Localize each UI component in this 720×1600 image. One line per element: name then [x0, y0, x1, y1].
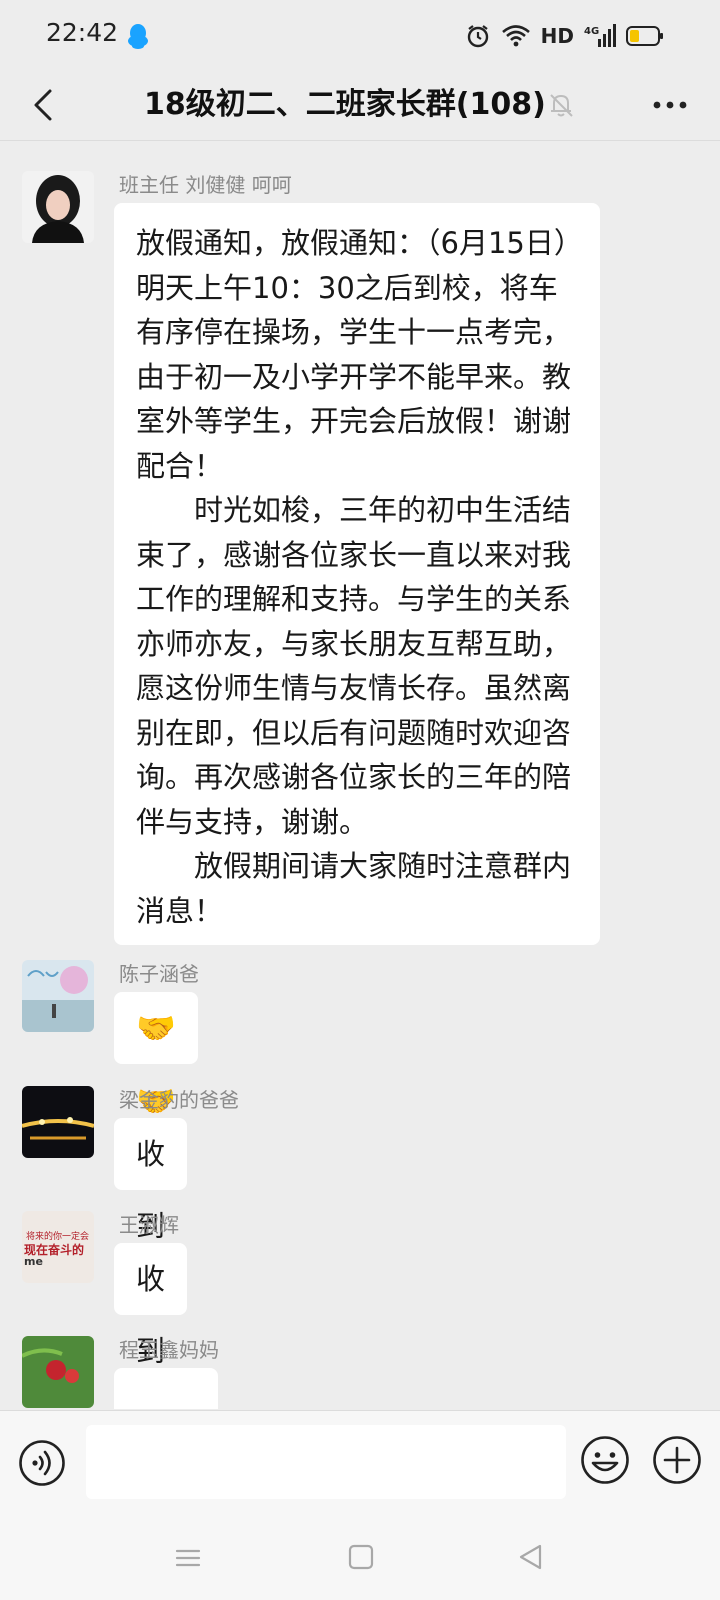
avatar[interactable]	[22, 1336, 94, 1408]
avatar-text: 将来的你一定会	[26, 1230, 89, 1242]
more-dots-icon	[653, 101, 687, 109]
avatar[interactable]: 将来的你一定会 现在奋斗的 me	[22, 1211, 94, 1283]
system-nav-bar	[0, 1526, 720, 1600]
message-bubble[interactable]: 放假通知，放假通知：（6月15日）明天上午10：30之后到校，将车有序停在操场，…	[114, 203, 600, 945]
more-options-button[interactable]	[644, 85, 696, 125]
message-text: 放假期间请大家随时注意群内消息！	[136, 849, 572, 928]
chat-title: 18级初二、二班家长群(108)	[144, 87, 546, 122]
message-bubble[interactable]	[114, 1368, 218, 1409]
status-time: 22:42	[46, 18, 119, 47]
status-icons: HD 4G	[465, 20, 664, 52]
sender-name: 王淑辉	[119, 1213, 179, 1237]
home-square-icon[interactable]	[346, 1542, 376, 1572]
signal-label: 4G	[584, 26, 599, 37]
more-functions-button[interactable]	[652, 1435, 702, 1485]
avatar-image	[22, 1336, 94, 1408]
message-text: 时光如梭，三年的初中生活结束了，感谢各位家长一直以来对我工作的理解和支持。与学生…	[136, 493, 572, 839]
voice-input-button[interactable]	[18, 1439, 66, 1487]
sender-name: 班主任 刘健健 呵呵	[119, 173, 292, 197]
qq-penguin-icon	[128, 24, 148, 49]
battery-icon	[626, 26, 663, 46]
wifi-icon	[501, 25, 530, 47]
emoji-button[interactable]	[580, 1435, 630, 1485]
message-input[interactable]	[86, 1425, 566, 1499]
message-bubble[interactable]: 收到	[114, 1243, 188, 1368]
menu-icon[interactable]	[174, 1544, 202, 1572]
back-triangle-icon[interactable]	[516, 1542, 546, 1572]
avatar[interactable]	[22, 960, 94, 1032]
message-bubble[interactable]: 🤝🤝🤝	[114, 992, 198, 1193]
chevron-left-icon	[34, 89, 52, 121]
avatar-image	[22, 960, 94, 1032]
sender-name: 程玉鑫妈妈	[119, 1338, 219, 1362]
hd-indicator: HD	[540, 24, 574, 48]
avatar[interactable]	[22, 1086, 94, 1158]
message-list[interactable]: 班主任 刘健健 呵呵 放假通知，放假通知：（6月15日）明天上午10：30之后到…	[0, 141, 720, 1409]
sender-name: 梁金豹的爸爸	[119, 1088, 239, 1112]
avatar-text: me	[24, 1255, 43, 1268]
avatar[interactable]	[22, 171, 94, 243]
avatar-image	[22, 171, 94, 243]
sender-name: 陈子涵爸	[119, 962, 199, 986]
mute-bell-icon	[550, 94, 573, 117]
status-bar: 22:42 HD 4G	[0, 0, 720, 70]
input-bar	[0, 1410, 720, 1527]
avatar-image: 将来的你一定会 现在奋斗的 me	[22, 1211, 94, 1283]
chat-header: 18级初二、二班家长群(108)	[0, 70, 720, 141]
back-button[interactable]	[20, 82, 66, 128]
alarm-icon	[467, 25, 488, 48]
avatar-image	[22, 1086, 94, 1158]
signal-icon: 4G	[584, 24, 616, 47]
message-text: 放假通知，放假通知：（6月15日）明天上午10：30之后到校，将车有序停在操场，…	[136, 226, 572, 483]
message-bubble[interactable]: 收到	[114, 1118, 188, 1243]
